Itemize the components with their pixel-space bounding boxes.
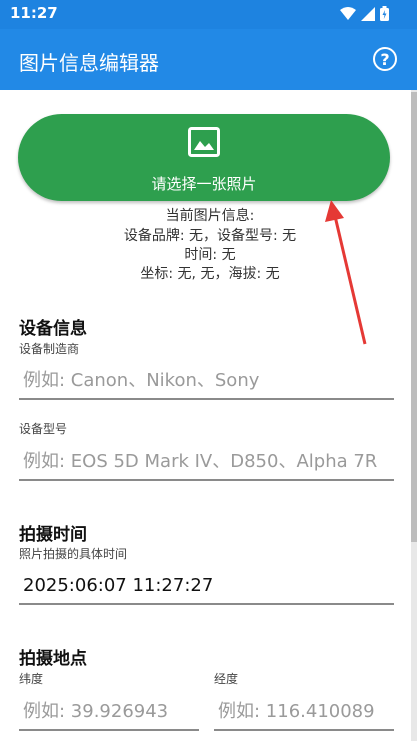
status-icons (340, 6, 389, 21)
device-make-input[interactable]: 例如: Canon、Nikon、Sony (19, 364, 394, 400)
current-info-time: 时间: 无 (184, 247, 236, 263)
app-bar: 图片信息编辑器 ? (0, 29, 417, 90)
scrollbar-thumb[interactable] (411, 92, 417, 542)
longitude-placeholder: 例如: 116.410089 (218, 701, 375, 722)
longitude-label: 经度 (214, 672, 239, 686)
longitude-input[interactable]: 例如: 116.410089 (214, 695, 394, 731)
status-time: 11:27 (10, 4, 58, 22)
current-info-coords: 坐标: 无, 无，海拔: 无 (140, 266, 280, 282)
location-section-title: 拍摄地点 (19, 649, 87, 669)
select-photo-button[interactable]: 请选择一张照片 (18, 114, 390, 201)
time-section-title: 拍摄时间 (19, 525, 87, 545)
wifi-icon (340, 6, 356, 20)
device-make-label: 设备制造商 (19, 342, 80, 356)
status-bar: 11:27 (0, 0, 417, 29)
latitude-placeholder: 例如: 39.926943 (23, 701, 169, 722)
app-title: 图片信息编辑器 (19, 51, 159, 75)
time-section-subtitle: 照片拍摄的具体时间 (19, 547, 128, 561)
device-model-input[interactable]: 例如: EOS 5D Mark IV、D850、Alpha 7R (19, 445, 394, 481)
device-section-title: 设备信息 (19, 319, 87, 339)
current-info-device: 设备品牌: 无，设备型号: 无 (123, 228, 297, 244)
device-model-placeholder: 例如: EOS 5D Mark IV、D850、Alpha 7R (23, 451, 378, 472)
datetime-value: 2025:06:07 11:27:27 (23, 575, 214, 596)
select-photo-label: 请选择一张照片 (151, 175, 257, 193)
latitude-input[interactable]: 例如: 39.926943 (19, 695, 199, 731)
annotation-arrow (325, 200, 367, 345)
latitude-label: 纬度 (19, 672, 44, 686)
device-model-label: 设备型号 (19, 422, 68, 436)
image-icon (188, 127, 220, 157)
current-info-heading: 当前图片信息: (165, 208, 255, 224)
device-make-placeholder: 例如: Canon、Nikon、Sony (23, 370, 260, 391)
signal-icon (361, 6, 375, 21)
help-button[interactable]: ? (373, 47, 397, 71)
help-circle-icon: ? (380, 49, 390, 69)
battery-icon (380, 6, 389, 21)
datetime-input[interactable]: 2025:06:07 11:27:27 (19, 569, 394, 605)
